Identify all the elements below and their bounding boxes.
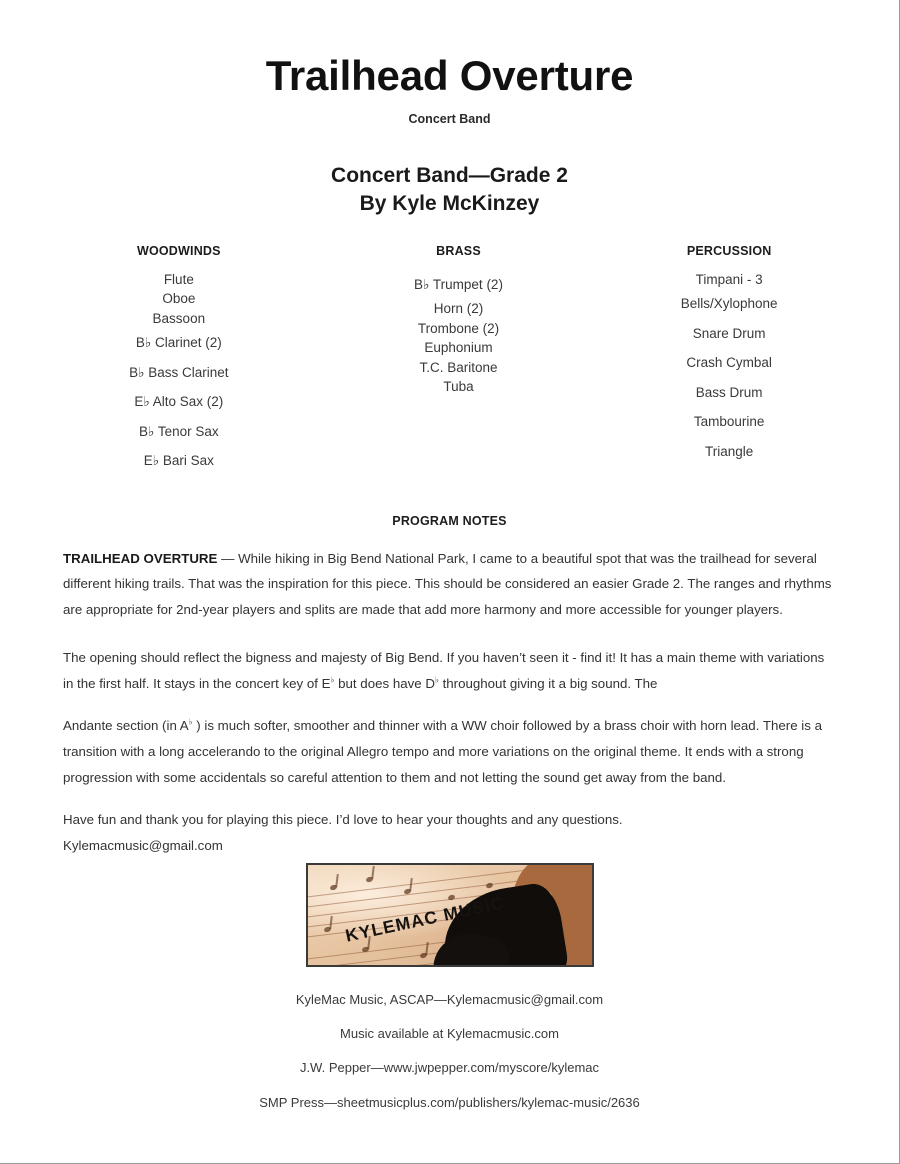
instrument-item-brass-2: Trombone (2) [417, 320, 500, 336]
grade-line: Concert Band—Grade 2 [331, 164, 568, 188]
piece-name-lead: TRAILHEAD OVERTURE [63, 550, 218, 566]
footer-line-2: J.W. Pepper—www.jwpepper.com/myscore/kyl… [299, 1060, 600, 1076]
instrument-item-woodwinds-3: B♭ Clarinet (2) [135, 335, 222, 351]
contact-email: Kylemacmusic@gmail.com [63, 837, 223, 853]
section-heading-percussion: PERCUSSION [686, 243, 772, 258]
instrument-item-brass-0: B♭ Trumpet (2) [414, 276, 503, 292]
program-notes-paragraph-3: Andante section (in A♭ ) is much softer,… [63, 713, 836, 791]
logo-container: KYLEMAC MUSIC [0, 862, 899, 967]
instrument-item-woodwinds-4: B♭ Bass Clarinet [129, 364, 229, 380]
instrument-item-brass-3: Euphonium [424, 340, 493, 356]
instrumentation-column-brass: BRASS B♭ Trumpet (2) Horn (2) Trombone (2)… [324, 244, 594, 476]
instrument-item-woodwinds-2: Bassoon [152, 310, 206, 326]
ensemble-subtitle: Concert Band [408, 112, 491, 127]
instrument-item-percussion-5: Tambourine [693, 414, 765, 430]
paragraph-2-text-c: throughout giving it a big sound. The [438, 676, 658, 692]
program-notes-body: TRAILHEAD OVERTURE — While hiking in Big… [0, 546, 899, 859]
score-cover-page: Trailhead Overture Concert Band Concert … [0, 0, 900, 1164]
section-heading-woodwinds: WOODWINDS [136, 243, 221, 258]
instrument-list-woodwinds: Flute Oboe Bassoon B♭ Clarinet (2) B♭ Bass C… [34, 270, 324, 476]
instrument-item-percussion-3: Crash Cymbal [686, 355, 772, 371]
instrumentation-section: WOODWINDS Flute Oboe Bassoon B♭ Clarinet (2… [0, 244, 899, 476]
section-heading-brass: BRASS [436, 243, 481, 258]
instrumentation-column-woodwinds: WOODWINDS Flute Oboe Bassoon B♭ Clarinet (2… [34, 244, 324, 476]
composer-line: By Kyle McKinzey [359, 191, 540, 215]
footer: KyleMac Music, ASCAP—Kylemacmusic@gmail.… [0, 983, 899, 1120]
kylemac-music-logo: KYLEMAC MUSIC [305, 862, 594, 967]
instrument-item-percussion-0: Timpani - 3 [695, 271, 763, 287]
instrument-item-percussion-6: Triangle [705, 443, 754, 459]
instrument-item-woodwinds-1: Oboe [162, 291, 196, 307]
instrument-item-woodwinds-6: B♭ Tenor Sax [138, 423, 219, 439]
footer-line-3: SMP Press—sheetmusicplus.com/publishers/… [259, 1094, 640, 1110]
instrument-item-brass-5: Tuba [443, 379, 474, 395]
instrument-item-woodwinds-7: E♭ Bari Sax [143, 453, 214, 469]
instrument-item-percussion-1: Bells/Xylophone [680, 296, 778, 312]
instrument-list-brass: B♭ Trumpet (2) Horn (2) Trombone (2) Euphon… [324, 270, 594, 397]
instrument-item-woodwinds-0: Flute [163, 271, 194, 287]
program-notes-paragraph-4: Have fun and thank you for playing this … [63, 811, 623, 827]
footer-line-0: KyleMac Music, ASCAP—Kylemacmusic@gmail.… [295, 991, 604, 1007]
paragraph-2-text-b: but does have D [334, 676, 435, 692]
program-notes-heading: PROGRAM NOTES [392, 513, 507, 528]
instrumentation-column-percussion: PERCUSSION Timpani - 3 Bells/Xylophone Sna… [593, 244, 865, 476]
instrument-item-brass-4: T.C. Baritone [419, 359, 498, 375]
instrument-item-percussion-2: Snare Drum [692, 325, 766, 341]
instrument-item-brass-1: Horn (2) [433, 301, 484, 317]
footer-line-1: Music available at Kylemacmusic.com [340, 1026, 559, 1041]
program-notes-paragraph-2: The opening should reflect the bigness a… [63, 645, 836, 697]
page-title: Trailhead Overture [265, 52, 634, 99]
instrument-item-woodwinds-5: E♭ Alto Sax (2) [134, 394, 224, 410]
program-notes-paragraph-1: TRAILHEAD OVERTURE — While hiking in Big… [63, 546, 836, 624]
title-block: Trailhead Overture Concert Band Concert … [0, 0, 899, 218]
paragraph-3-text-a: Andante section (in A [63, 718, 189, 734]
instrument-item-percussion-4: Bass Drum [695, 384, 763, 400]
instrument-list-percussion: Timpani - 3 Bells/Xylophone Snare Drum Cras… [593, 270, 865, 467]
